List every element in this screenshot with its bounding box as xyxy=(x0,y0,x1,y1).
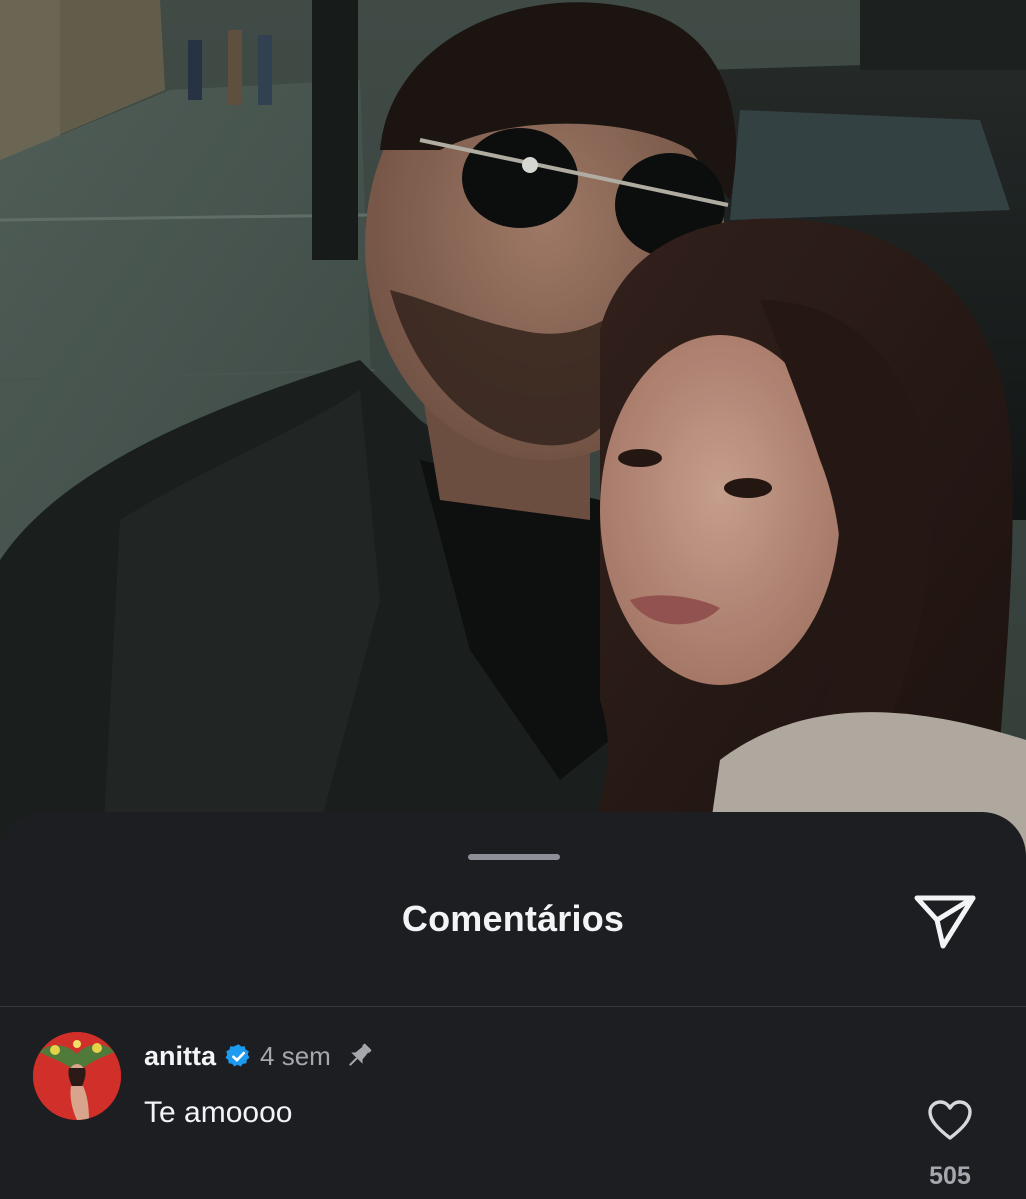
heart-icon xyxy=(928,1100,972,1140)
post-photo xyxy=(0,0,1026,900)
comment-username[interactable]: anitta xyxy=(144,1041,216,1072)
sheet-title: Comentários xyxy=(401,898,625,939)
sheet-divider xyxy=(0,1006,1026,1007)
comment-timestamp: 4 sem xyxy=(260,1040,331,1071)
comment-item: anitta 4 sem Te amoooo 505 xyxy=(0,1030,1026,1190)
verified-badge-icon xyxy=(225,1043,252,1070)
comments-sheet: Comentários anitta 4 sem Te amoooo 505 xyxy=(0,812,1026,1199)
avatar[interactable] xyxy=(33,1032,121,1120)
share-button[interactable] xyxy=(910,888,980,952)
sheet-drag-handle[interactable] xyxy=(468,854,560,860)
comments-screen: Comentários anitta 4 sem Te amoooo 505 xyxy=(0,0,1026,1199)
comment-meta: anitta 4 sem xyxy=(144,1036,375,1076)
pin-icon xyxy=(343,1040,375,1072)
like-count: 505 xyxy=(929,1162,971,1190)
paper-plane-icon xyxy=(914,895,976,949)
comment-text: Te amoooo xyxy=(144,1096,293,1129)
like-button[interactable] xyxy=(924,1096,976,1144)
